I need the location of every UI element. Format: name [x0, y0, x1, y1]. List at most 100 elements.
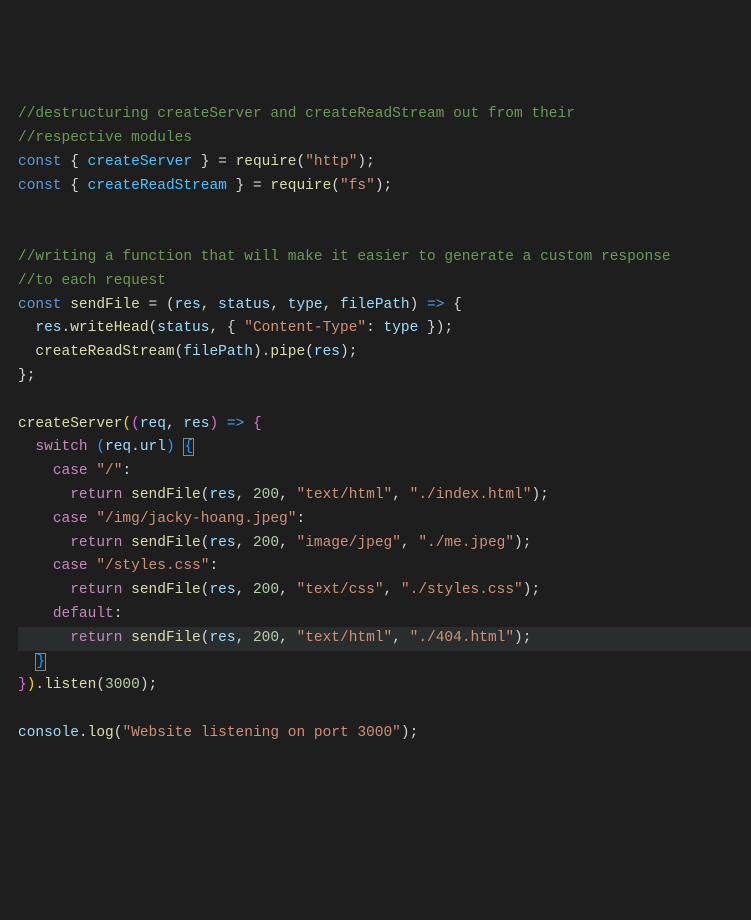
number: 200: [253, 582, 279, 598]
string: "text/html": [297, 487, 393, 503]
function: sendFile: [131, 487, 201, 503]
operator: =: [149, 297, 158, 313]
parameter: res: [175, 297, 201, 313]
comment: //to each request: [18, 273, 166, 289]
code-line-current[interactable]: return sendFile(res, 200, "text/html", "…: [18, 627, 751, 651]
code-line[interactable]: switch (req.url) {: [18, 436, 751, 460]
variable: console: [18, 725, 79, 741]
number: 200: [253, 535, 279, 551]
brace: {: [62, 178, 88, 194]
arrow: =>: [427, 297, 444, 313]
paren: ): [375, 178, 384, 194]
code-line[interactable]: return sendFile(res, 200, "text/html", "…: [18, 484, 751, 508]
code-line-blank[interactable]: [18, 222, 751, 246]
keyword: case: [53, 558, 88, 574]
brace: {: [253, 416, 262, 432]
parameter: status: [218, 297, 270, 313]
variable: createReadStream: [88, 178, 227, 194]
variable: createServer: [88, 154, 192, 170]
semicolon: ;: [366, 154, 375, 170]
code-line[interactable]: createReadStream(filePath).pipe(res);: [18, 341, 751, 365]
code-line-blank[interactable]: [18, 198, 751, 222]
keyword: const: [18, 154, 62, 170]
comment: //writing a function that will make it e…: [18, 249, 671, 265]
keyword: case: [53, 463, 88, 479]
code-line[interactable]: return sendFile(res, 200, "image/jpeg", …: [18, 532, 751, 556]
brace: }: [18, 677, 27, 693]
function: sendFile: [131, 535, 201, 551]
method: log: [88, 725, 114, 741]
code-line[interactable]: }: [18, 651, 751, 675]
code-line[interactable]: return sendFile(res, 200, "text/css", ".…: [18, 579, 751, 603]
argument: res: [209, 582, 235, 598]
keyword: return: [70, 487, 122, 503]
brace-match: }: [35, 653, 46, 671]
paren: ): [166, 439, 175, 455]
paren: ): [357, 154, 366, 170]
keyword: case: [53, 511, 88, 527]
code-line[interactable]: res.writeHead(status, { "Content-Type": …: [18, 317, 751, 341]
string: "fs": [340, 178, 375, 194]
string: "http": [305, 154, 357, 170]
operator: =: [253, 178, 270, 194]
string: "Content-Type": [244, 320, 366, 336]
string: "image/jpeg": [297, 535, 401, 551]
code-line[interactable]: //to each request: [18, 270, 751, 294]
code-line[interactable]: const sendFile = (res, status, type, fil…: [18, 294, 751, 318]
code-line[interactable]: };: [18, 365, 751, 389]
code-line-blank[interactable]: [18, 770, 751, 794]
argument: res: [209, 535, 235, 551]
string: "text/css": [297, 582, 384, 598]
brace: }: [18, 368, 27, 384]
paren: (: [296, 154, 305, 170]
keyword: switch: [35, 439, 87, 455]
function: sendFile: [70, 297, 140, 313]
code-line[interactable]: case "/img/jacky-hoang.jpeg":: [18, 508, 751, 532]
number: 200: [253, 487, 279, 503]
paren: (: [131, 416, 140, 432]
code-line-blank[interactable]: [18, 698, 751, 722]
keyword: const: [18, 297, 62, 313]
argument: type: [384, 320, 419, 336]
string: "/": [96, 463, 122, 479]
code-line[interactable]: createServer((req, res) => {: [18, 413, 751, 437]
number: 200: [253, 630, 279, 646]
paren: ): [209, 416, 218, 432]
code-line[interactable]: const { createReadStream } = require("fs…: [18, 175, 751, 199]
paren: (: [166, 297, 175, 313]
semicolon: ;: [384, 178, 393, 194]
brace-match: {: [183, 438, 194, 456]
function: require: [236, 154, 297, 170]
variable: res: [35, 320, 61, 336]
function: createReadStream: [35, 344, 174, 360]
code-line-blank[interactable]: [18, 746, 751, 770]
code-line[interactable]: const { createServer } = require("http")…: [18, 151, 751, 175]
brace: {: [62, 154, 88, 170]
string: "./me.jpeg": [418, 535, 514, 551]
keyword: return: [70, 630, 122, 646]
code-line[interactable]: case "/styles.css":: [18, 555, 751, 579]
comment: //destructuring createServer and createR…: [18, 106, 575, 122]
property: url: [140, 439, 166, 455]
code-line[interactable]: //respective modules: [18, 127, 751, 151]
method: writeHead: [70, 320, 148, 336]
code-line-blank[interactable]: [18, 389, 751, 413]
parameter: res: [183, 416, 209, 432]
string: "/styles.css": [96, 558, 209, 574]
code-line[interactable]: //writing a function that will make it e…: [18, 246, 751, 270]
function: require: [270, 178, 331, 194]
keyword: return: [70, 582, 122, 598]
method: listen: [44, 677, 96, 693]
paren: (: [96, 439, 105, 455]
code-line[interactable]: console.log("Website listening on port 3…: [18, 722, 751, 746]
code-line[interactable]: case "/":: [18, 460, 751, 484]
arrow: =>: [227, 416, 244, 432]
code-line[interactable]: //destructuring createServer and createR…: [18, 103, 751, 127]
keyword: return: [70, 535, 122, 551]
code-line[interactable]: }).listen(3000);: [18, 674, 751, 698]
comment: //respective modules: [18, 130, 192, 146]
code-line[interactable]: default:: [18, 603, 751, 627]
code-editor[interactable]: //destructuring createServer and createR…: [18, 103, 751, 793]
argument: res: [209, 487, 235, 503]
argument: res: [314, 344, 340, 360]
